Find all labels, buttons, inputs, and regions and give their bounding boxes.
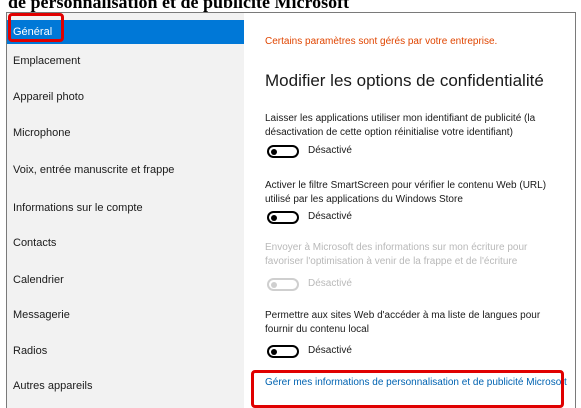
smartscreen-toggle[interactable] <box>267 211 299 224</box>
settings-window: Général Emplacement Appareil photo Micro… <box>6 12 576 408</box>
sidebar: Général Emplacement Appareil photo Micro… <box>7 13 244 408</box>
language-list-toggle[interactable] <box>267 345 299 358</box>
highlight-general-box <box>8 13 64 42</box>
sidebar-item-microphone[interactable]: Microphone <box>7 118 244 148</box>
content-pane: Certains paramètres sont gérés par votre… <box>244 13 575 408</box>
section-title: Modifier les options de confidentialité <box>265 71 544 90</box>
language-list-description: Permettre aux sites Web d'accéder à ma l… <box>265 310 541 335</box>
advertising-id-description: Laisser les applications utiliser mon id… <box>265 113 536 138</box>
sidebar-item-calendar[interactable]: Calendrier <box>7 265 244 295</box>
sidebar-item-messaging[interactable]: Messagerie <box>7 300 244 330</box>
toggle-knob <box>271 281 277 288</box>
document-heading: de personnalisation et de publicité Micr… <box>8 0 350 12</box>
advertising-id-toggle-state: Désactivé <box>308 145 352 156</box>
managed-by-organization-notice: Certains paramètres sont gérés par votre… <box>265 36 498 47</box>
smartscreen-description: Activer le filtre SmartScreen pour vérif… <box>265 180 547 205</box>
sidebar-item-camera[interactable]: Appareil photo <box>7 82 244 112</box>
sidebar-item-contacts[interactable]: Contacts <box>7 228 244 258</box>
writing-info-description: Envoyer à Microsoft des informations sur… <box>265 242 528 267</box>
language-list-toggle-state: Désactivé <box>308 345 352 356</box>
advertising-id-toggle[interactable] <box>267 145 299 158</box>
sidebar-item-account-info[interactable]: Informations sur le compte <box>7 193 244 223</box>
writing-info-toggle-state: Désactivé <box>308 278 352 289</box>
toggle-knob <box>271 348 277 355</box>
toggle-knob <box>271 214 277 221</box>
sidebar-item-speech-inking-typing[interactable]: Voix, entrée manuscrite et frappe <box>7 155 244 185</box>
sidebar-item-other-devices[interactable]: Autres appareils <box>7 371 244 401</box>
sidebar-item-radios[interactable]: Radios <box>7 336 244 366</box>
writing-info-toggle <box>267 278 299 291</box>
highlight-link-box <box>251 370 564 408</box>
toggle-knob <box>271 148 277 155</box>
smartscreen-toggle-state: Désactivé <box>308 211 352 222</box>
sidebar-item-location[interactable]: Emplacement <box>7 46 244 76</box>
